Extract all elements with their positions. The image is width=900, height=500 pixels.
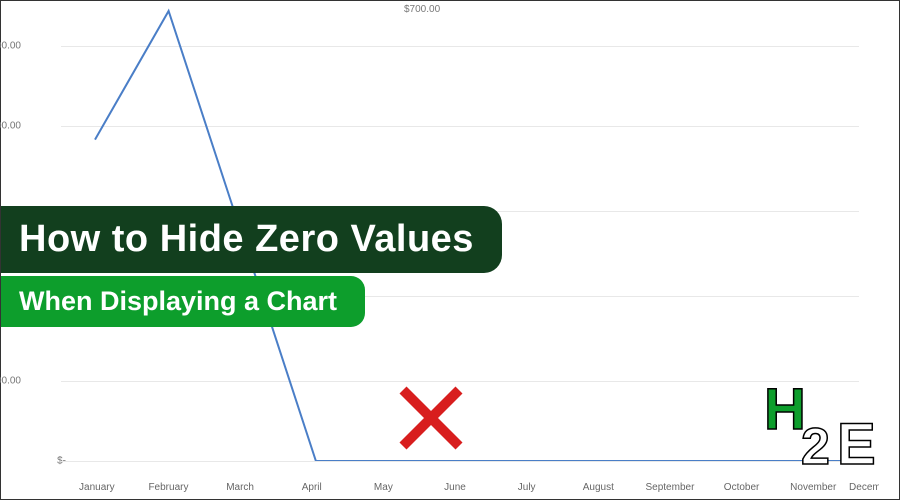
overlay-title-main: How to Hide Zero Values: [1, 206, 502, 273]
logo-2: 2: [801, 418, 830, 469]
x-axis-labels: January February March April May June Ju…: [61, 482, 879, 493]
h2e-logo: H 2 E: [759, 374, 879, 469]
x-tick: March: [204, 482, 276, 493]
overlay-title-sub: When Displaying a Chart: [1, 276, 365, 327]
x-tick: May: [348, 482, 420, 493]
logo-h: H: [764, 377, 806, 442]
logo-e: E: [837, 412, 876, 469]
x-tick: August: [562, 482, 634, 493]
x-tick: October: [706, 482, 778, 493]
red-x-icon: [396, 383, 466, 453]
x-tick: February: [133, 482, 205, 493]
y-tick-label: 00.00: [0, 376, 21, 387]
x-tick: June: [419, 482, 491, 493]
y-tick-label: 00.00: [0, 41, 21, 52]
x-tick: January: [61, 482, 133, 493]
y-tick-label: 00.00: [0, 121, 21, 132]
x-tick: July: [491, 482, 563, 493]
x-tick: November: [777, 482, 849, 493]
x-tick: April: [276, 482, 348, 493]
y-tick-label: $-: [16, 456, 66, 467]
x-tick: December: [849, 482, 879, 493]
gridline: [61, 461, 859, 462]
x-tick: September: [634, 482, 706, 493]
